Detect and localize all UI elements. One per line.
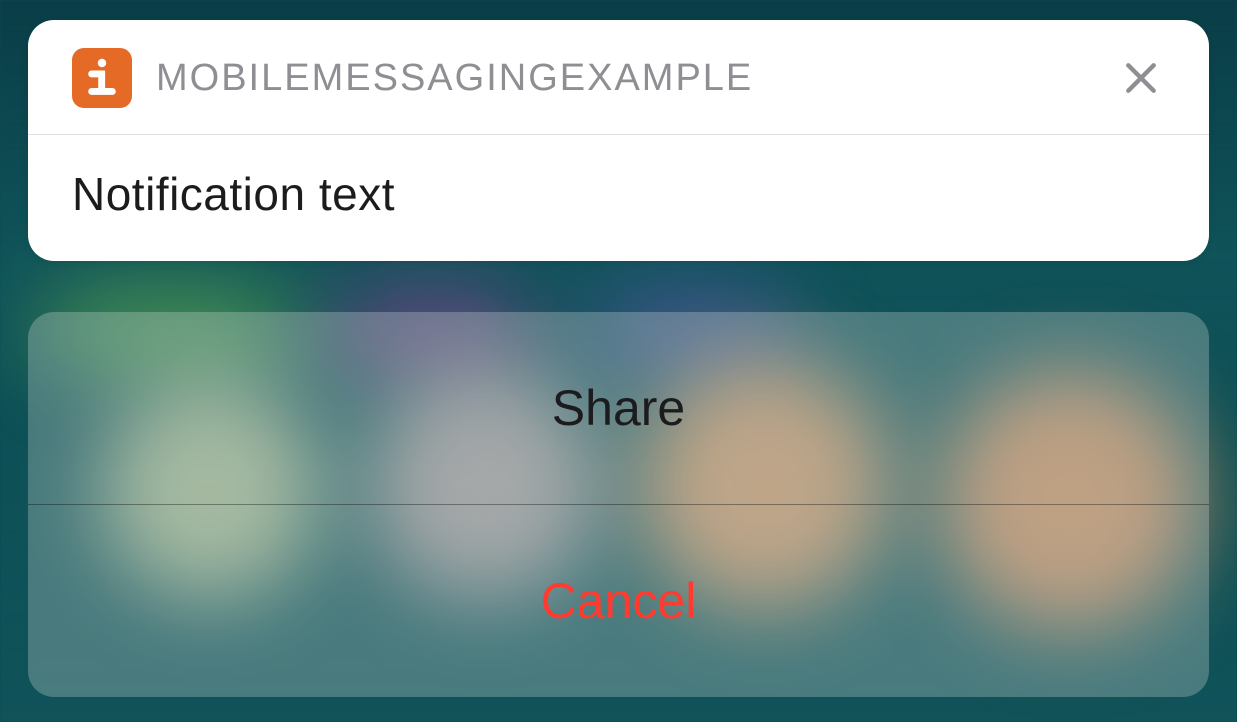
cancel-button-label: Cancel <box>541 572 697 630</box>
app-name-label: MOBILEMESSAGINGEXAMPLE <box>156 57 1093 100</box>
share-button[interactable]: Share <box>28 312 1209 504</box>
cancel-button[interactable]: Cancel <box>28 505 1209 697</box>
notification-header: MOBILEMESSAGINGEXAMPLE <box>28 20 1209 134</box>
notification-card[interactable]: MOBILEMESSAGINGEXAMPLE Notification text <box>28 20 1209 261</box>
notification-body: Notification text <box>28 135 1209 261</box>
share-button-label: Share <box>552 379 685 437</box>
close-icon[interactable] <box>1117 54 1165 102</box>
notification-text: Notification text <box>72 167 1165 221</box>
app-icon <box>72 48 132 108</box>
actions-panel: Share Cancel <box>28 312 1209 697</box>
